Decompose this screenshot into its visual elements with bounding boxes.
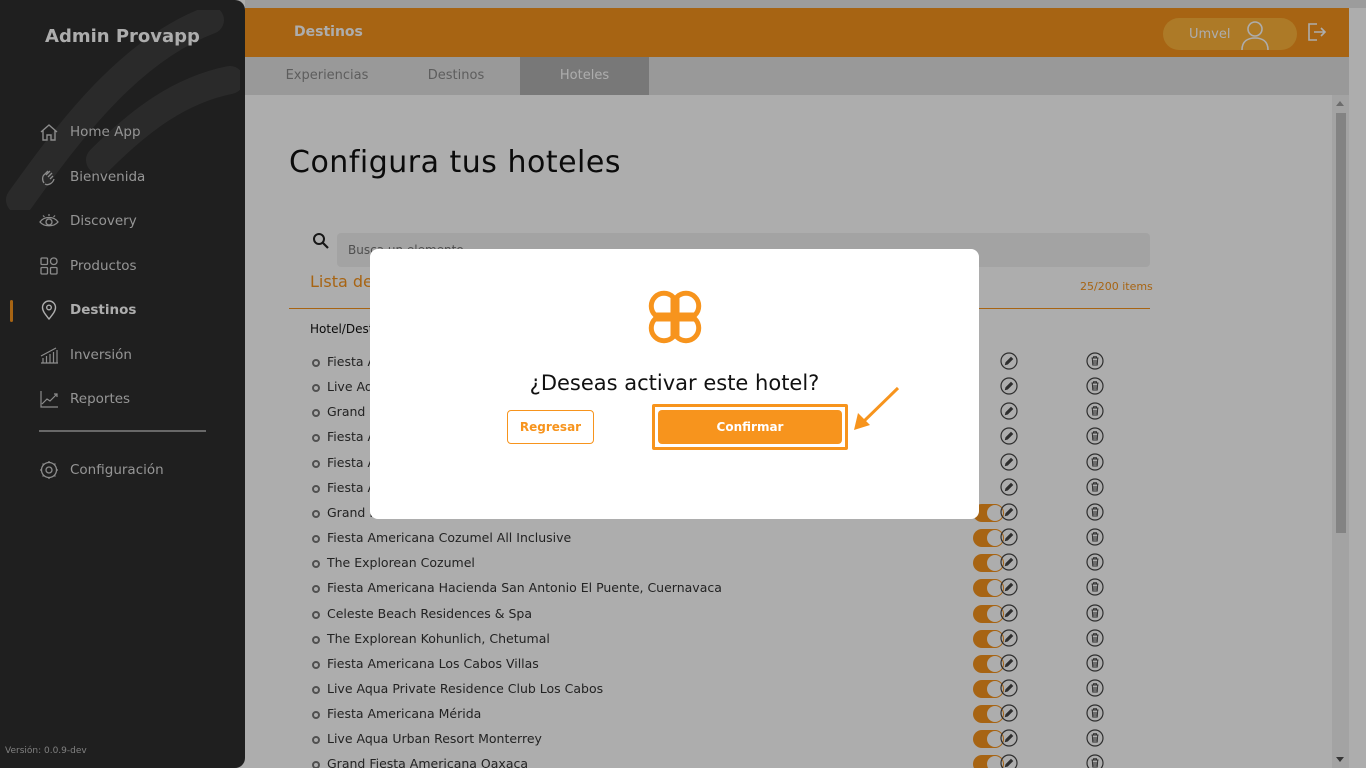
back-button[interactable]: Regresar — [507, 410, 594, 444]
confirm-button[interactable]: Confirmar — [658, 410, 842, 444]
pointer-arrow-icon — [854, 386, 900, 430]
confirm-dialog: ¿Deseas activar este hotel? Regresar Con… — [370, 249, 979, 519]
clover-logo-icon — [648, 290, 702, 344]
